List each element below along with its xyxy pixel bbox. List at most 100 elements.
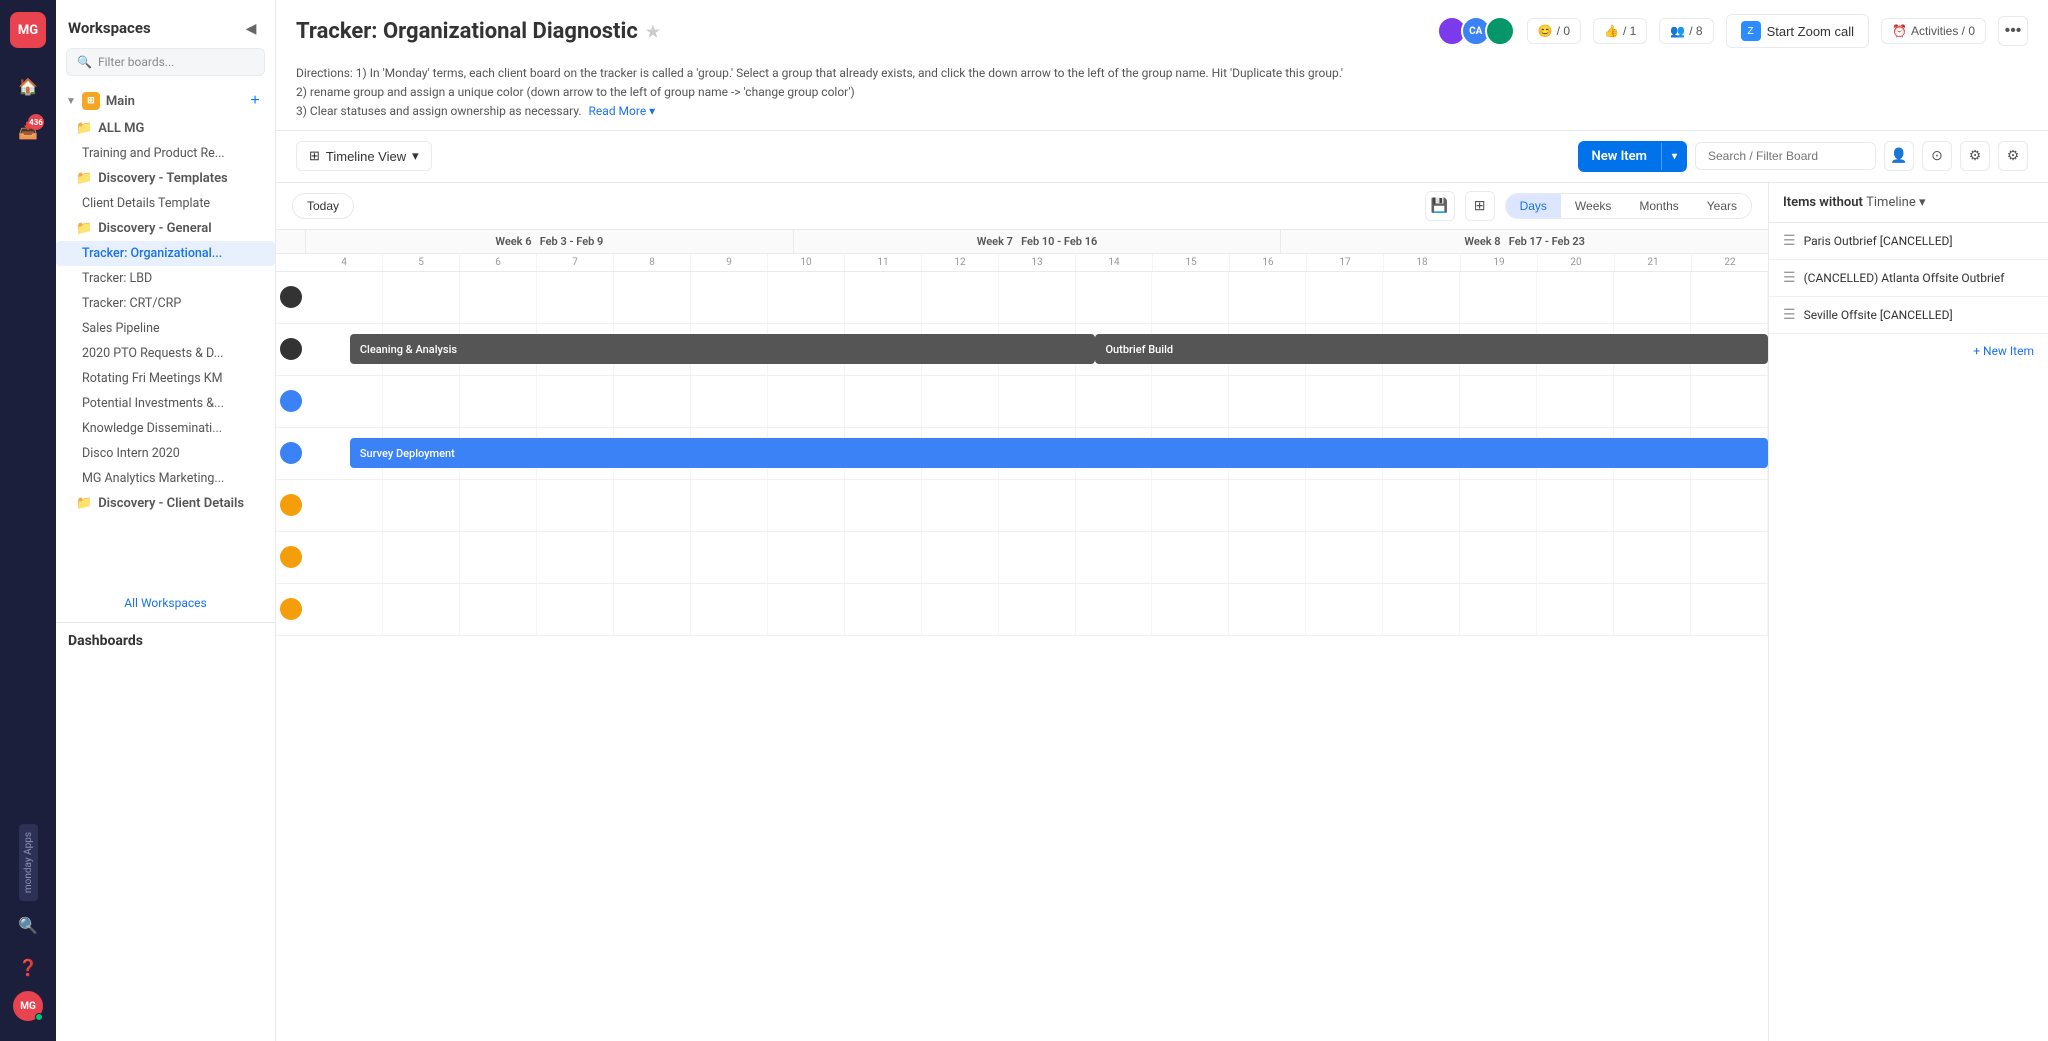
gc [460, 480, 537, 531]
timeline-row-3 [276, 376, 1768, 428]
sidebar-item-tracker-org[interactable]: Tracker: Organizational... [56, 241, 275, 266]
gc [999, 272, 1076, 323]
day-11: 11 [845, 254, 922, 271]
home-icon[interactable]: 🏠 [10, 68, 46, 104]
main-group-header[interactable]: ▼ ⊞ Main + [56, 86, 275, 116]
right-panel-item-3[interactable]: ☰ Seville Offsite [CANCELLED] [1769, 297, 2048, 334]
all-mg-item[interactable]: 📁 ALL MG [56, 116, 275, 141]
zoom-button[interactable]: Z Start Zoom call [1726, 14, 1869, 48]
sidebar-item-blank2[interactable] [56, 538, 275, 560]
user-avatar[interactable]: MG [13, 991, 43, 1021]
outbrief-build-bar[interactable]: Outbrief Build [1095, 334, 1768, 364]
gc [614, 532, 691, 583]
activities-button[interactable]: ⏰ Activities / 0 [1881, 18, 1986, 44]
gc [1460, 272, 1537, 323]
discovery-templates-header[interactable]: 📁 Discovery - Templates [56, 166, 275, 191]
tab-months[interactable]: Months [1625, 194, 1692, 218]
day-8: 8 [614, 254, 691, 271]
discovery-general-header[interactable]: 📁 Discovery - General [56, 216, 275, 241]
sidebar-item-knowledge[interactable]: Knowledge Disseminati... [56, 416, 275, 441]
members-button[interactable]: 👥 / 8 [1659, 18, 1713, 44]
toolbar-right: New Item ▾ 👤 ⊙ ⚙ ⚙ [1578, 141, 2028, 172]
gc [768, 272, 845, 323]
new-item-link[interactable]: + New Item [1769, 334, 2048, 368]
gc [383, 272, 460, 323]
gc [768, 480, 845, 531]
gc [922, 272, 999, 323]
person-filter-icon[interactable]: 👤 [1884, 141, 1914, 171]
main-group-icon: ⊞ [82, 92, 100, 110]
right-panel-item-1[interactable]: ☰ Paris Outbrief [CANCELLED] [1769, 223, 2048, 260]
sidebar-item-client-details-template[interactable]: Client Details Template [56, 191, 275, 216]
thumbs-button[interactable]: 👍 / 1 [1593, 18, 1647, 44]
board-title: Tracker: Organizational Diagnostic ★ [296, 19, 660, 44]
save-icon[interactable]: 💾 [1425, 191, 1455, 221]
sidebar-item-mg-analytics[interactable]: MG Analytics Marketing... [56, 466, 275, 491]
row6-dot [280, 546, 302, 568]
sidebar-item-rotating-fri[interactable]: Rotating Fri Meetings KM [56, 366, 275, 391]
gc [1306, 584, 1383, 635]
reactions-button[interactable]: 😊 / 0 [1527, 18, 1581, 44]
sidebar-collapse-button[interactable]: ◀ [239, 16, 263, 40]
right-panel-item-2[interactable]: ☰ (CANCELLED) Atlanta Offsite Outbrief [1769, 260, 2048, 297]
add-group-button[interactable]: + [245, 91, 265, 111]
all-workspaces-link[interactable]: All Workspaces [56, 584, 275, 622]
gc [1691, 376, 1768, 427]
sidebar-item-sales-pipeline[interactable]: Sales Pipeline [56, 316, 275, 341]
new-item-dropdown-icon[interactable]: ▾ [1661, 143, 1687, 170]
help-icon[interactable]: ❓ [10, 949, 46, 985]
sidebar-item-pto[interactable]: 2020 PTO Requests & D... [56, 341, 275, 366]
tab-weeks[interactable]: Weeks [1561, 194, 1625, 218]
gc [1306, 272, 1383, 323]
more-button[interactable]: ••• [1998, 16, 2028, 46]
search-icon[interactable]: 🔍 [10, 907, 46, 943]
star-icon[interactable]: ★ [646, 22, 660, 41]
search-icon: 🔍 [77, 55, 92, 69]
folder-icon: 📁 [76, 496, 92, 511]
folder-icon: 📁 [76, 121, 92, 136]
zoom-label: Start Zoom call [1767, 24, 1854, 39]
sidebar-item-disco-intern[interactable]: Disco Intern 2020 [56, 441, 275, 466]
today-button[interactable]: Today [292, 193, 354, 219]
more-icon: ••• [2005, 22, 2022, 40]
tab-years[interactable]: Years [1693, 194, 1751, 218]
survey-deployment-bar[interactable]: Survey Deployment [350, 438, 1768, 468]
gc [1076, 480, 1153, 531]
gc [614, 584, 691, 635]
gc [845, 376, 922, 427]
settings-icon[interactable]: ⚙ [1998, 141, 2028, 171]
description-line2: 1) In 'Monday' terms, each client board … [356, 66, 1343, 80]
row7-grid [306, 584, 1768, 635]
inbox-icon[interactable]: 📥 436 [10, 112, 46, 148]
read-more-link[interactable]: Read More ▾ [589, 104, 656, 118]
gc [1614, 480, 1691, 531]
cleaning-analysis-bar[interactable]: Cleaning & Analysis [350, 334, 1096, 364]
columns-icon[interactable]: ⊞ [1465, 191, 1495, 221]
filter-icon[interactable]: ⚙ [1960, 141, 1990, 171]
sidebar-item-blank3[interactable] [56, 560, 275, 582]
monday-apps-label[interactable]: monday Apps [19, 824, 38, 901]
new-item-button[interactable]: New Item ▾ [1578, 141, 1687, 172]
gc [922, 532, 999, 583]
discovery-client-details-header[interactable]: 📁 Discovery - Client Details [56, 491, 275, 516]
sidebar-item-tracker-lbd[interactable]: Tracker: LBD [56, 266, 275, 291]
gc [1306, 532, 1383, 583]
search-boards[interactable]: 🔍 Filter boards... [66, 48, 265, 76]
gc [1076, 272, 1153, 323]
new-item-label: New Item [1578, 141, 1661, 172]
sidebar-item-blank1[interactable] [56, 516, 275, 538]
gc [1614, 532, 1691, 583]
item-icon-1: ☰ [1783, 233, 1796, 249]
week-headers: Week 6 Feb 3 - Feb 9 Week 7 Feb 10 - Feb… [276, 230, 1768, 254]
sidebar-item-tracker-crt[interactable]: Tracker: CRT/CRP [56, 291, 275, 316]
sidebar-item-training[interactable]: Training and Product Re... [56, 141, 275, 166]
gc [1537, 480, 1614, 531]
day-4: 4 [306, 254, 383, 271]
right-panel-timeline-label[interactable]: Timeline ▾ [1866, 195, 1925, 210]
search-filter-input[interactable] [1695, 142, 1876, 170]
timeline-view-button[interactable]: ⊞ Timeline View ▾ [296, 141, 432, 171]
gc [1460, 480, 1537, 531]
tab-days[interactable]: Days [1506, 194, 1561, 218]
sidebar-item-potential[interactable]: Potential Investments &... [56, 391, 275, 416]
view-toggle-icon[interactable]: ⊙ [1922, 141, 1952, 171]
